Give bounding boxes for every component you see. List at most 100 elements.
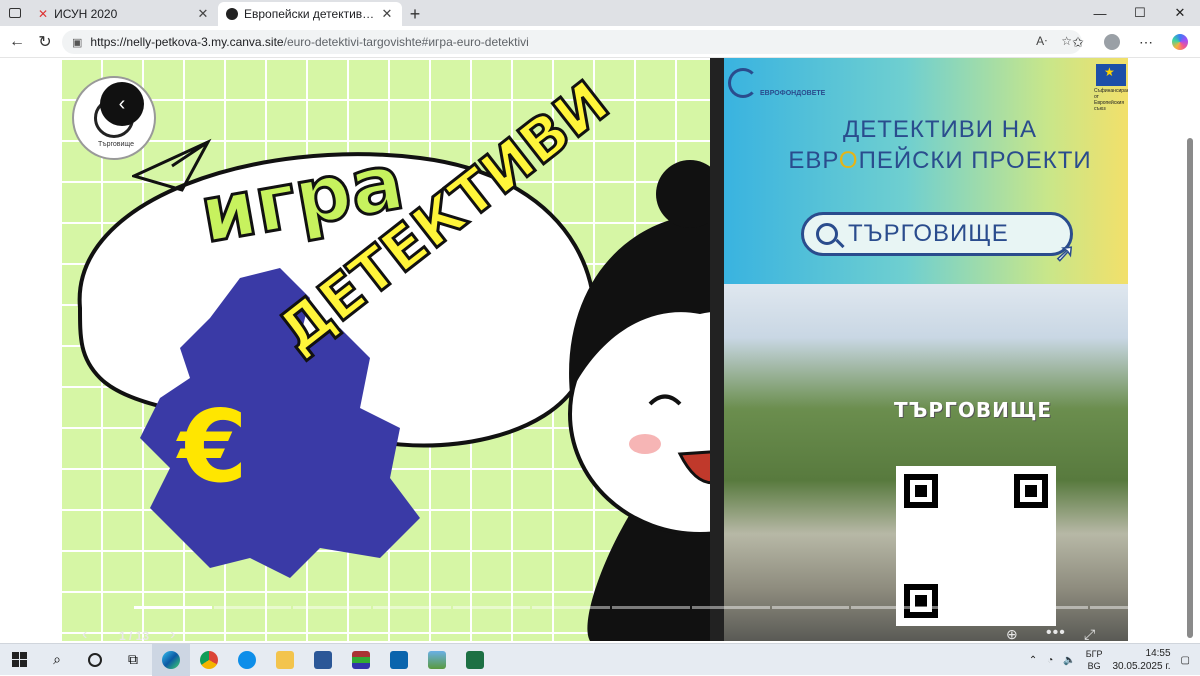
paper-plane-icon [132,138,212,192]
start-button[interactable] [0,644,38,676]
progress-segment[interactable] [1090,606,1128,609]
cursor-icon: ➚ [1054,239,1076,268]
progress-segment[interactable] [691,606,770,609]
minimize-button[interactable]: — [1080,0,1120,26]
eurofunds-logo: ЕВРОФОНДОВЕТЕ [728,68,825,114]
copilot-icon[interactable] [1168,30,1192,54]
read-aloud-icon[interactable]: Aᐧ [1036,34,1047,48]
url-text: https://nelly-petkova-3.my.canva.site/eu… [90,35,528,49]
language-sub: BG [1087,661,1101,671]
edge-icon [162,650,180,669]
banner-title-seg: О [1006,147,1026,174]
next-slide-button[interactable]: › [170,626,175,641]
logo-ring-icon [728,68,758,98]
word-icon [314,650,332,669]
notifications-icon[interactable]: ▢ [1181,655,1190,666]
page-viewport: € игра ДЕТЕКТИВИ Търговище ‹ ЕВРОФОНДОВЕ… [0,58,1200,643]
language-code: БГР [1085,649,1103,659]
close-window-button[interactable]: ✕ [1160,0,1200,26]
search-pill-text: ТЪРГОВИЩЕ [848,220,1009,247]
progress-segment[interactable] [213,606,292,609]
chevron-up-icon[interactable]: ⌃ [1029,655,1037,666]
back-button[interactable]: ← [2,27,32,57]
address-toolbar: ← ↻ ▣ https://nelly-petkova-3.my.canva.s… [0,26,1200,58]
reload-button[interactable]: ↻ [30,27,60,57]
progress-segment[interactable] [612,606,690,609]
progress-segment[interactable] [930,606,1009,609]
toolbar-right: ✩ ⋯ [1066,30,1192,54]
teamviewer-app[interactable] [228,644,266,676]
progress-segment[interactable] [134,606,212,609]
qr-finder [904,584,938,618]
isun-favicon-icon: ✕ [38,7,49,21]
search-icon [816,223,838,245]
qr-finder [1014,474,1048,508]
tab-title: ИСУН 2020 [54,7,118,21]
progress-segment[interactable] [452,606,531,609]
outlook-icon [390,650,408,669]
fullscreen-button[interactable]: ⤢ [1084,626,1095,641]
cortana-button[interactable] [76,644,114,676]
town-search-pill: ТЪРГОВИЩЕ ➚ [801,212,1076,268]
banner-title-line1: ДЕТЕКТИВИ НА [842,116,1038,143]
presentation-slide: € игра ДЕТЕКТИВИ Търговище ‹ ЕВРОФОНДОВЕ… [60,58,1128,641]
close-tab-icon[interactable]: ✕ [196,6,210,22]
photos-app[interactable] [418,644,456,676]
cortana-ring-icon [88,652,102,667]
progress-segment[interactable] [293,606,372,609]
more-button[interactable]: ••• [1046,624,1066,641]
favorites-icon[interactable]: ✩ [1066,30,1090,54]
system-tray: ⌃ ◔ 🔈 БГР BG 14:55 30.05.2025 г. ▢ [1029,644,1190,676]
address-bar[interactable]: ▣ https://nelly-petkova-3.my.canva.site/… [62,30,1082,54]
excel-app[interactable] [456,644,494,676]
progress-segment[interactable] [373,606,451,609]
profile-avatar[interactable] [1100,30,1124,54]
windows-taskbar: ⌕ ⧉ ⌃ ◔ 🔈 БГР BG 14:55 30.05.2025 г. ▢ [0,643,1200,676]
qr-code[interactable] [896,466,1056,626]
progress-segment[interactable] [851,606,929,609]
speaker-icon[interactable]: 🔈 [1063,655,1075,666]
clock[interactable]: 14:55 30.05.2025 г. [1113,647,1171,673]
language-indicator[interactable]: БГР BG [1086,648,1103,672]
tab-isun[interactable]: ✕ ИСУН 2020 ✕ [30,2,218,26]
edge-app[interactable] [152,643,190,676]
network-icon[interactable]: ◔ [1047,655,1053,666]
url-path: /euro-detektivi-targovishte#игра-euro-de… [283,35,529,49]
eurofunds-logo-text: ЕВРОФОНДОВЕТЕ [760,90,826,97]
word-app[interactable] [304,644,342,676]
more-dots-icon: ••• [1046,624,1066,641]
page-scrollbar[interactable] [1186,124,1194,644]
banner-title: ДЕТЕКТИВИ НА ЕВРОПЕЙСКИ ПРОЕКТИ [760,114,1120,176]
page-counter: 1 / 13 [119,629,150,641]
search-button[interactable]: ⌕ [38,644,76,676]
task-view-icon: ⧉ [128,651,138,667]
more-options-icon[interactable]: ⋯ [1134,30,1158,54]
maximize-button[interactable]: ☐ [1120,0,1160,26]
scrollbar-thumb[interactable] [1187,138,1193,638]
tab-euro-detectives[interactable]: Европейски детективи - Търговище ✕ [218,2,402,26]
previous-slide-button[interactable]: ‹ [82,626,87,641]
back-slide-button[interactable]: ‹ [100,82,144,126]
site-info-icon[interactable]: ▣ [72,36,82,49]
chrome-app[interactable] [190,644,228,676]
tab-actions-button[interactable] [0,0,30,26]
expand-icon: ⤢ [1084,626,1096,641]
chevron-left-icon: ‹ [82,626,88,641]
banner-title-seg: ЕВР [788,147,839,174]
file-explorer-app[interactable] [266,644,304,676]
progress-segment[interactable] [1010,606,1089,609]
teamviewer-icon [238,650,256,669]
window-controls: — ☐ ✕ [1080,0,1200,26]
winrar-app[interactable] [342,644,380,676]
new-tab-button[interactable]: + [402,2,428,26]
zoom-in-icon: ⊕ [1006,626,1018,641]
task-view-button[interactable]: ⧉ [114,644,152,676]
progress-segment[interactable] [532,606,611,609]
chevron-left-icon: ‹ [118,92,126,115]
zoom-button[interactable]: ⊕ [1006,626,1018,641]
slide-controls: ‹ 1 / 13 › ⊕ ••• ⤢ [74,624,1118,641]
progress-segment[interactable] [771,606,850,609]
close-tab-icon[interactable]: ✕ [380,6,394,22]
outlook-app[interactable] [380,644,418,676]
excel-icon [466,650,484,669]
